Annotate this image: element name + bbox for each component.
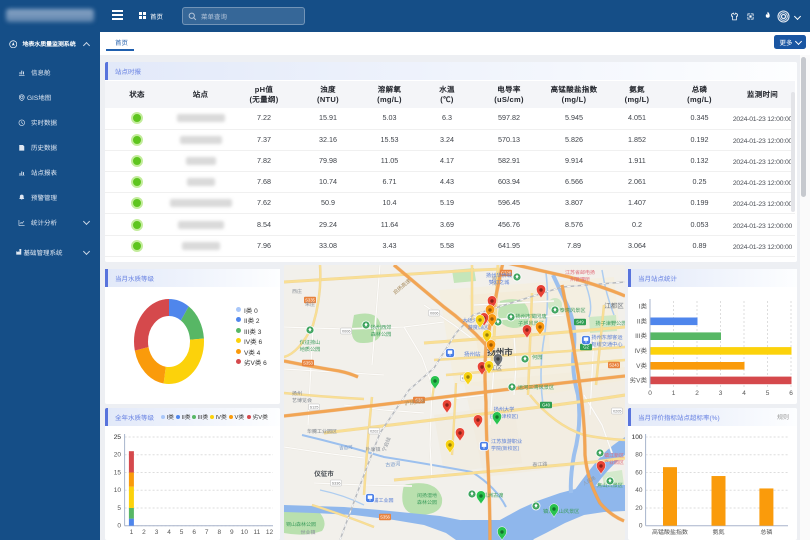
svg-text:世业镇: 世业镇 [300, 529, 315, 536]
svg-text:9: 9 [230, 526, 234, 536]
svg-text:5: 5 [766, 387, 770, 397]
svg-text:华腾工业园区: 华腾工业园区 [307, 428, 337, 435]
svg-text:I类: I类 [639, 300, 648, 310]
svg-text:8: 8 [217, 526, 221, 536]
svg-text:15: 15 [114, 466, 122, 476]
svg-text:朴席镇: 朴席镇 [365, 446, 380, 453]
svg-text:森林公园: 森林公园 [417, 499, 437, 506]
svg-text:80: 80 [635, 449, 643, 459]
svg-text:仪征市: 仪征市 [313, 468, 334, 478]
svg-text:II类: II类 [637, 315, 648, 325]
svg-text:S353: S353 [303, 361, 313, 367]
svg-text:高锰酸盐指数: 高锰酸盐指数 [652, 527, 688, 536]
svg-text:氨氮: 氨氮 [712, 527, 724, 536]
svg-text:枢纽交通中心: 枢纽交通中心 [591, 341, 622, 348]
svg-text:何园: 何园 [532, 354, 542, 361]
svg-text:G40: G40 [542, 403, 551, 409]
svg-text:扬子津野公园: 扬子津野公园 [595, 320, 625, 327]
svg-text:梦幻之城: 梦幻之城 [489, 279, 511, 286]
svg-text:0: 0 [639, 520, 643, 530]
svg-text:江都区: 江都区 [604, 300, 624, 310]
svg-text:艺博览会: 艺博览会 [292, 397, 312, 404]
svg-text:S125: S125 [310, 405, 319, 410]
svg-text:4: 4 [167, 526, 171, 536]
svg-text:60: 60 [635, 466, 643, 476]
svg-text:10: 10 [114, 484, 122, 494]
svg-text:总磷: 总磷 [760, 527, 772, 536]
svg-text:扬州: 扬州 [292, 390, 302, 397]
svg-text:X006: X006 [342, 329, 351, 334]
svg-text:S356: S356 [380, 515, 390, 521]
svg-text:6: 6 [789, 387, 793, 397]
svg-text:劣V类: 劣V类 [630, 374, 648, 384]
svg-text:仪征捺山: 仪征捺山 [300, 339, 321, 346]
svg-text:X205: X205 [613, 409, 622, 414]
svg-text:扬州站: 扬州站 [464, 350, 481, 358]
svg-text:镇江金山风景区: 镇江金山风景区 [543, 508, 579, 515]
svg-text:运河三湾风景区: 运河三湾风景区 [518, 384, 554, 391]
svg-text:闰扬湿地: 闰扬湿地 [417, 492, 437, 499]
svg-text:G2: G2 [583, 345, 589, 351]
svg-text:20: 20 [635, 502, 643, 512]
svg-text:镇江新区: 镇江新区 [604, 452, 624, 459]
svg-text:古运河: 古运河 [385, 460, 401, 468]
svg-text:IV类: IV类 [634, 345, 647, 355]
svg-text:扬州市蜀冈唐: 扬州市蜀冈唐 [515, 313, 546, 320]
svg-text:森林公园: 森林公园 [371, 331, 392, 338]
svg-text:5: 5 [117, 502, 121, 512]
svg-text:V类: V类 [636, 360, 647, 370]
svg-text:100: 100 [632, 431, 643, 441]
svg-text:江苏旅游职业: 江苏旅游职业 [491, 438, 522, 445]
svg-text:7: 7 [205, 526, 209, 536]
svg-text:2: 2 [142, 526, 146, 536]
svg-text:10: 10 [241, 526, 249, 536]
svg-text:S336: S336 [332, 481, 341, 486]
svg-text:11: 11 [254, 526, 261, 536]
svg-text:扬州西郊: 扬州西郊 [371, 324, 392, 331]
svg-text:西庄: 西庄 [292, 288, 302, 295]
svg-text:扬州东部客运: 扬州东部客运 [591, 334, 623, 341]
svg-text:4: 4 [742, 387, 746, 397]
svg-text:12: 12 [266, 526, 274, 536]
svg-text:春江路: 春江路 [532, 460, 547, 468]
svg-text:州管理所: 州管理所 [570, 276, 590, 283]
svg-text:吉运河: 吉运河 [339, 444, 353, 451]
svg-text:1: 1 [672, 387, 676, 397]
svg-text:朱庄: 朱庄 [305, 301, 315, 308]
svg-text:III类: III类 [635, 330, 647, 340]
svg-text:0: 0 [117, 520, 121, 530]
svg-text:S49: S49 [576, 320, 584, 326]
svg-text:25: 25 [114, 431, 122, 441]
svg-text:1: 1 [130, 526, 134, 536]
svg-text:江苏省邮电扬: 江苏省邮电扬 [565, 269, 595, 276]
svg-text:铜山森林公园: 铜山森林公园 [286, 521, 316, 528]
svg-text:2: 2 [695, 387, 699, 397]
svg-text:学院(新校区): 学院(新校区) [491, 445, 520, 452]
svg-text:0: 0 [648, 387, 652, 397]
svg-text:产业园区: 产业园区 [604, 459, 624, 466]
svg-text:20: 20 [114, 449, 122, 459]
svg-text:5: 5 [180, 526, 184, 536]
svg-text:S243: S243 [609, 363, 619, 369]
svg-text:3: 3 [155, 526, 159, 536]
svg-text:地质公园: 地质公园 [300, 346, 321, 353]
svg-text:40: 40 [635, 484, 643, 494]
svg-text:X006: X006 [430, 311, 439, 316]
svg-text:扬州华侨城: 扬州华侨城 [486, 272, 513, 279]
svg-text:3: 3 [719, 387, 723, 397]
svg-text:6: 6 [192, 526, 196, 536]
svg-text:X202: X202 [370, 429, 379, 434]
